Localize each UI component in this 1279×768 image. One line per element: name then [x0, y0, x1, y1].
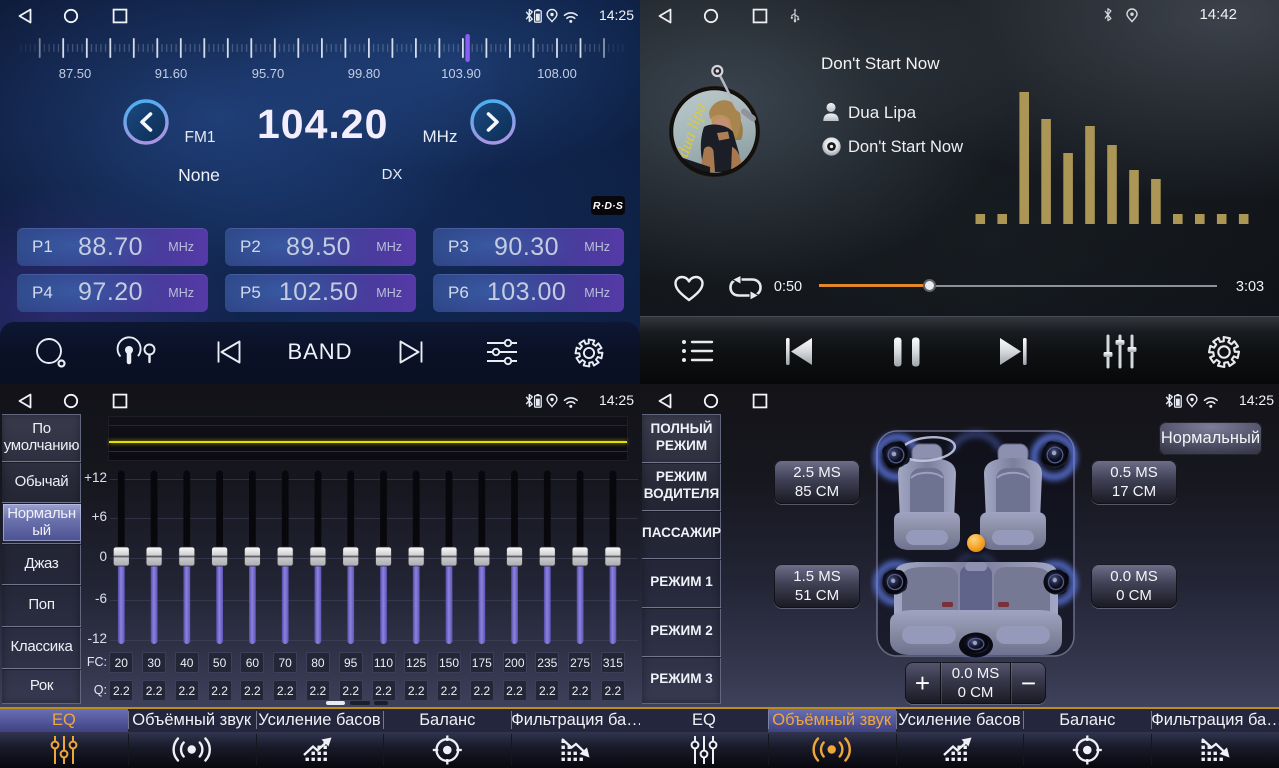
svg-text:BAND: BAND	[287, 339, 352, 364]
